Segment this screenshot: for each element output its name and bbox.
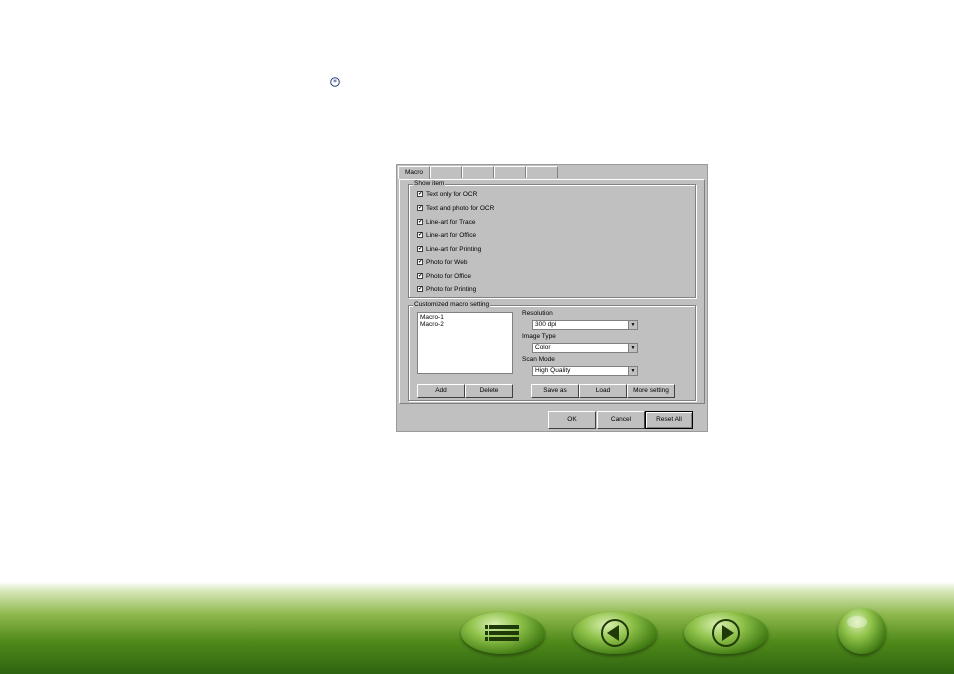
checkbox-label: Photo for Office [426, 272, 472, 280]
contents-button[interactable] [461, 612, 545, 654]
checkbox-label: Line-art for Office [426, 231, 477, 239]
checkbox[interactable]: ✓ [417, 273, 423, 279]
checkbox-label: Text and photo for OCR [426, 204, 495, 212]
svg-text:*: * [333, 78, 337, 87]
show-item-row[interactable]: ✓ Line-art for Office [417, 230, 476, 240]
home-icon [847, 616, 867, 628]
scan-mode-value: High Quality [535, 367, 571, 374]
resolution-select[interactable]: 300 dpi ▼ [532, 320, 638, 330]
previous-arrow-icon [601, 619, 629, 647]
checkbox-label: Photo for Printing [426, 285, 477, 293]
show-item-row[interactable]: ✓ Photo for Web [417, 257, 467, 267]
scan-mode-select[interactable]: High Quality ▼ [532, 366, 638, 376]
checkbox[interactable]: ✓ [417, 259, 423, 265]
checkbox-label: Text only for OCR [426, 190, 478, 198]
load-button[interactable]: Load [579, 384, 627, 398]
checkbox[interactable]: ✓ [417, 286, 423, 292]
image-type-label: Image Type [522, 333, 556, 340]
chevron-down-icon[interactable]: ▼ [628, 344, 637, 352]
resolution-value: 300 dpi [535, 321, 557, 328]
checkbox[interactable]: ✓ [417, 246, 423, 252]
checkbox[interactable]: ✓ [417, 232, 423, 238]
contents-list-icon [485, 625, 519, 641]
checkbox[interactable]: ✓ [417, 205, 423, 211]
list-item[interactable]: Macro-2 [420, 321, 510, 328]
tab-strip: Macro [398, 166, 558, 179]
tab-4[interactable] [494, 166, 526, 178]
next-page-button[interactable] [684, 612, 768, 654]
show-item-row[interactable]: ✓ Text and photo for OCR [417, 203, 494, 213]
show-item-row[interactable]: ✓ Photo for Office [417, 271, 471, 281]
macro-listbox[interactable]: Macro-1 Macro-2 [417, 312, 513, 374]
macro-dialog: Macro Show item ✓ Text only for OCR ✓ Text… [396, 164, 708, 432]
cancel-button[interactable]: Cancel [597, 411, 645, 429]
resolution-label: Resolution [522, 310, 553, 317]
more-setting-button[interactable]: More setting [627, 384, 675, 398]
home-button[interactable] [838, 608, 886, 654]
next-arrow-icon [712, 619, 740, 647]
tab-macro[interactable]: Macro [398, 166, 430, 179]
bullet-icon: * [330, 74, 340, 87]
chevron-down-icon[interactable]: ▼ [628, 367, 637, 375]
image-type-select[interactable]: Color ▼ [532, 343, 638, 353]
show-item-title: Show item [413, 180, 446, 188]
show-item-group: Show item ✓ Text only for OCR ✓ Text and p… [408, 180, 696, 298]
tab-3[interactable] [462, 166, 494, 178]
show-item-row[interactable]: ✓ Photo for Printing [417, 284, 476, 294]
list-item[interactable]: Macro-1 [420, 314, 510, 321]
previous-page-button[interactable] [573, 612, 657, 654]
save-as-button[interactable]: Save as [531, 384, 579, 398]
add-button[interactable]: Add [417, 384, 465, 398]
checkbox[interactable]: ✓ [417, 191, 423, 197]
image-type-value: Color [535, 344, 551, 351]
macro-panel: Show item ✓ Text only for OCR ✓ Text and p… [399, 179, 705, 404]
checkbox-label: Line-art for Trace [426, 218, 476, 226]
checkbox-label: Line-art for Printing [426, 245, 482, 253]
customized-macro-title: Customized macro setting [413, 301, 491, 309]
customized-macro-group: Customized macro setting Macro-1 Macro-2… [408, 301, 696, 401]
tab-5[interactable] [526, 166, 558, 178]
checkbox-label: Photo for Web [426, 258, 468, 266]
show-item-row[interactable]: ✓ Text only for OCR [417, 189, 477, 199]
checkbox[interactable]: ✓ [417, 219, 423, 225]
show-item-row[interactable]: ✓ Line-art for Printing [417, 244, 481, 254]
reset-all-button[interactable]: Reset All [645, 411, 693, 429]
tab-2[interactable] [430, 166, 462, 178]
ok-button[interactable]: OK [548, 411, 596, 429]
chevron-down-icon[interactable]: ▼ [628, 321, 637, 329]
delete-button[interactable]: Delete [465, 384, 513, 398]
scan-mode-label: Scan Mode [522, 356, 555, 363]
show-item-row[interactable]: ✓ Line-art for Trace [417, 217, 476, 227]
